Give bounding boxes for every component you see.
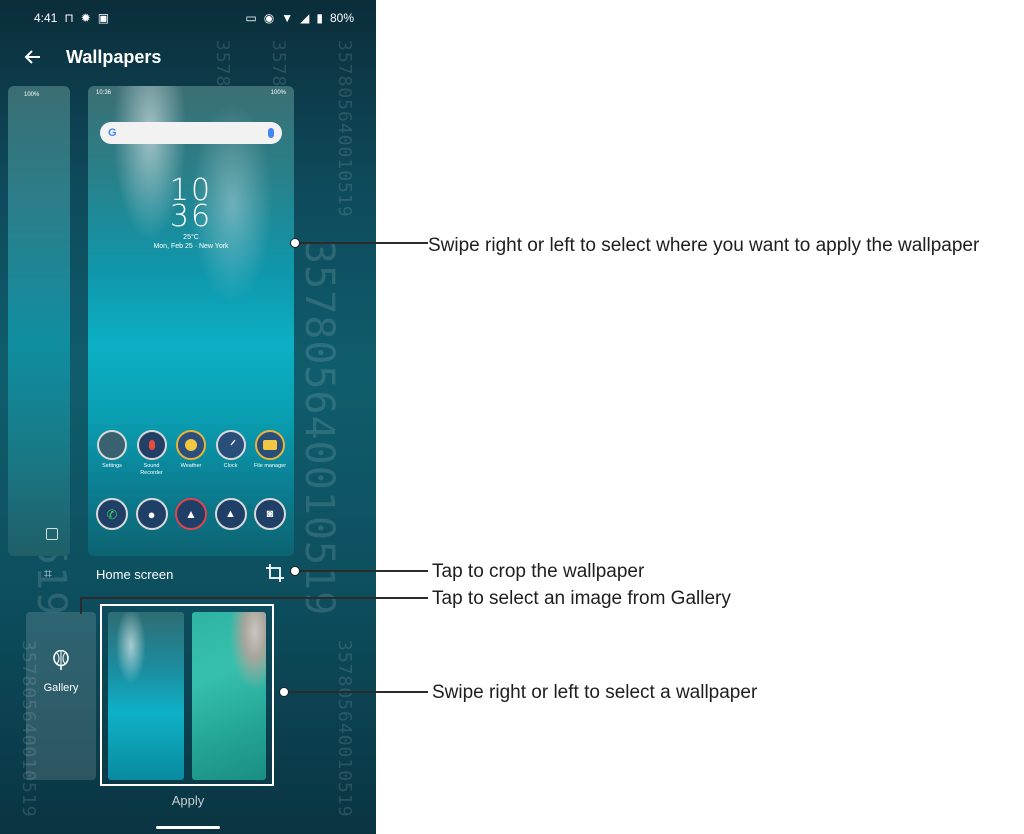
- clock-icon: [215, 430, 246, 460]
- app-weather: Weather: [173, 430, 209, 477]
- preview-time: 10:36: [96, 90, 112, 96]
- app-label: Clock: [223, 463, 238, 469]
- phone-icon: ✆: [96, 498, 128, 530]
- mini-battery: 100%: [24, 92, 40, 98]
- dock-camera: ◙: [252, 498, 288, 533]
- cast-icon: ▭: [245, 11, 257, 25]
- battery-percent: 80%: [329, 11, 354, 25]
- app-clock: Clock: [213, 430, 249, 477]
- pin-icon: ⊓: [64, 11, 74, 25]
- callout-line: [300, 570, 428, 572]
- callout-dot: [279, 687, 289, 697]
- dock-gallery: ▲: [213, 498, 249, 533]
- status-bar: 4:41 ⊓ ✹ ▣ ▭ ◉ ▼ ◢ ▮ 80%: [0, 0, 376, 36]
- back-button[interactable]: [20, 44, 46, 70]
- callout-dot: [290, 238, 300, 248]
- signal-icon: ◢: [300, 11, 310, 25]
- callout-swipe-apply: Swipe right or left to select where you …: [428, 235, 980, 256]
- settings-icon: [97, 430, 127, 460]
- google-icon: G: [108, 127, 117, 139]
- callout-line: [300, 242, 428, 244]
- app-label: Weather: [180, 463, 202, 469]
- status-time: 4:41: [34, 11, 58, 25]
- battery-icon: ▮: [316, 11, 323, 25]
- camera-icon: ◙: [254, 498, 286, 530]
- google-search-bar: G: [100, 122, 282, 144]
- weather-icon: [176, 430, 206, 460]
- app-label: Sound Recorder: [140, 463, 163, 476]
- home-indicator: [156, 826, 220, 829]
- folder-icon: [255, 430, 285, 460]
- arrow-left-icon: [24, 50, 40, 64]
- app-row: Settings Sound Recorder Weather Clock Fi…: [94, 430, 288, 477]
- dock: ✆ ● ▲ ▲ ◙: [94, 498, 288, 533]
- watermark-text: 357805640010519: [296, 240, 342, 617]
- lockscreen-icon: [46, 528, 58, 540]
- lock-screen-preview[interactable]: 100%: [8, 86, 70, 556]
- clock-widget: 10 36 25°C Mon, Feb 25 · New York: [88, 176, 294, 251]
- watermark-text: 357805640010519: [334, 640, 355, 818]
- callout-gallery: Tap to select an image from Gallery: [432, 588, 731, 609]
- home-screen-preview[interactable]: 10:36 100% G 10 36 25°C Mon, Feb 25 · Ne…: [88, 86, 294, 556]
- app-label: Settings: [102, 463, 122, 469]
- preview-battery: 100%: [270, 90, 286, 96]
- app-sound-recorder: Sound Recorder: [134, 430, 170, 477]
- apply-button[interactable]: Apply: [158, 793, 218, 808]
- callout-line: [80, 597, 428, 599]
- clock-minutes: 36: [169, 199, 213, 234]
- contacts-icon: ●: [135, 498, 168, 530]
- app-settings: Settings: [94, 430, 130, 477]
- weather-text: 25°C: [183, 234, 199, 241]
- gear-icon: ✹: [80, 11, 91, 25]
- callout-select: Swipe right or left to select a wallpape…: [432, 682, 758, 703]
- callout-crop: Tap to crop the wallpaper: [432, 561, 645, 582]
- gallery-icon: ▲: [214, 498, 247, 530]
- crop-button[interactable]: [265, 563, 285, 583]
- image-icon: ▣: [97, 11, 110, 25]
- microphone-icon: [268, 128, 274, 138]
- dock-phone: ✆: [94, 498, 130, 533]
- crop-icon: ⌗: [44, 565, 52, 581]
- gallery-button[interactable]: Gallery: [26, 612, 96, 780]
- app-bar: Wallpapers: [0, 38, 376, 76]
- balloon-icon: [53, 650, 69, 670]
- app-file-manager: File manager: [252, 430, 288, 477]
- callout-line: [289, 691, 428, 693]
- home-screen-label: Home screen: [96, 567, 174, 582]
- vibrate-icon: ◉: [263, 11, 275, 25]
- callout-dot: [290, 566, 300, 576]
- callout-line: [80, 598, 82, 614]
- wifi-icon: ▼: [281, 11, 294, 25]
- dock-contacts: ●: [134, 498, 170, 533]
- microphone-icon: [136, 430, 167, 460]
- browser-icon: ▲: [175, 498, 207, 530]
- wallpaper-selection-frame: [100, 604, 274, 786]
- dock-browser: ▲: [173, 498, 209, 533]
- crop-icon: [266, 564, 284, 582]
- app-label: File manager: [253, 463, 287, 469]
- page-title: Wallpapers: [66, 46, 162, 67]
- phone-screen: 357805640010519 357805640010519 35780564…: [0, 0, 376, 834]
- preview-status-bar: 10:36 100%: [96, 90, 286, 96]
- date-location: Mon, Feb 25 · New York: [153, 243, 229, 250]
- gallery-label: Gallery: [43, 682, 79, 694]
